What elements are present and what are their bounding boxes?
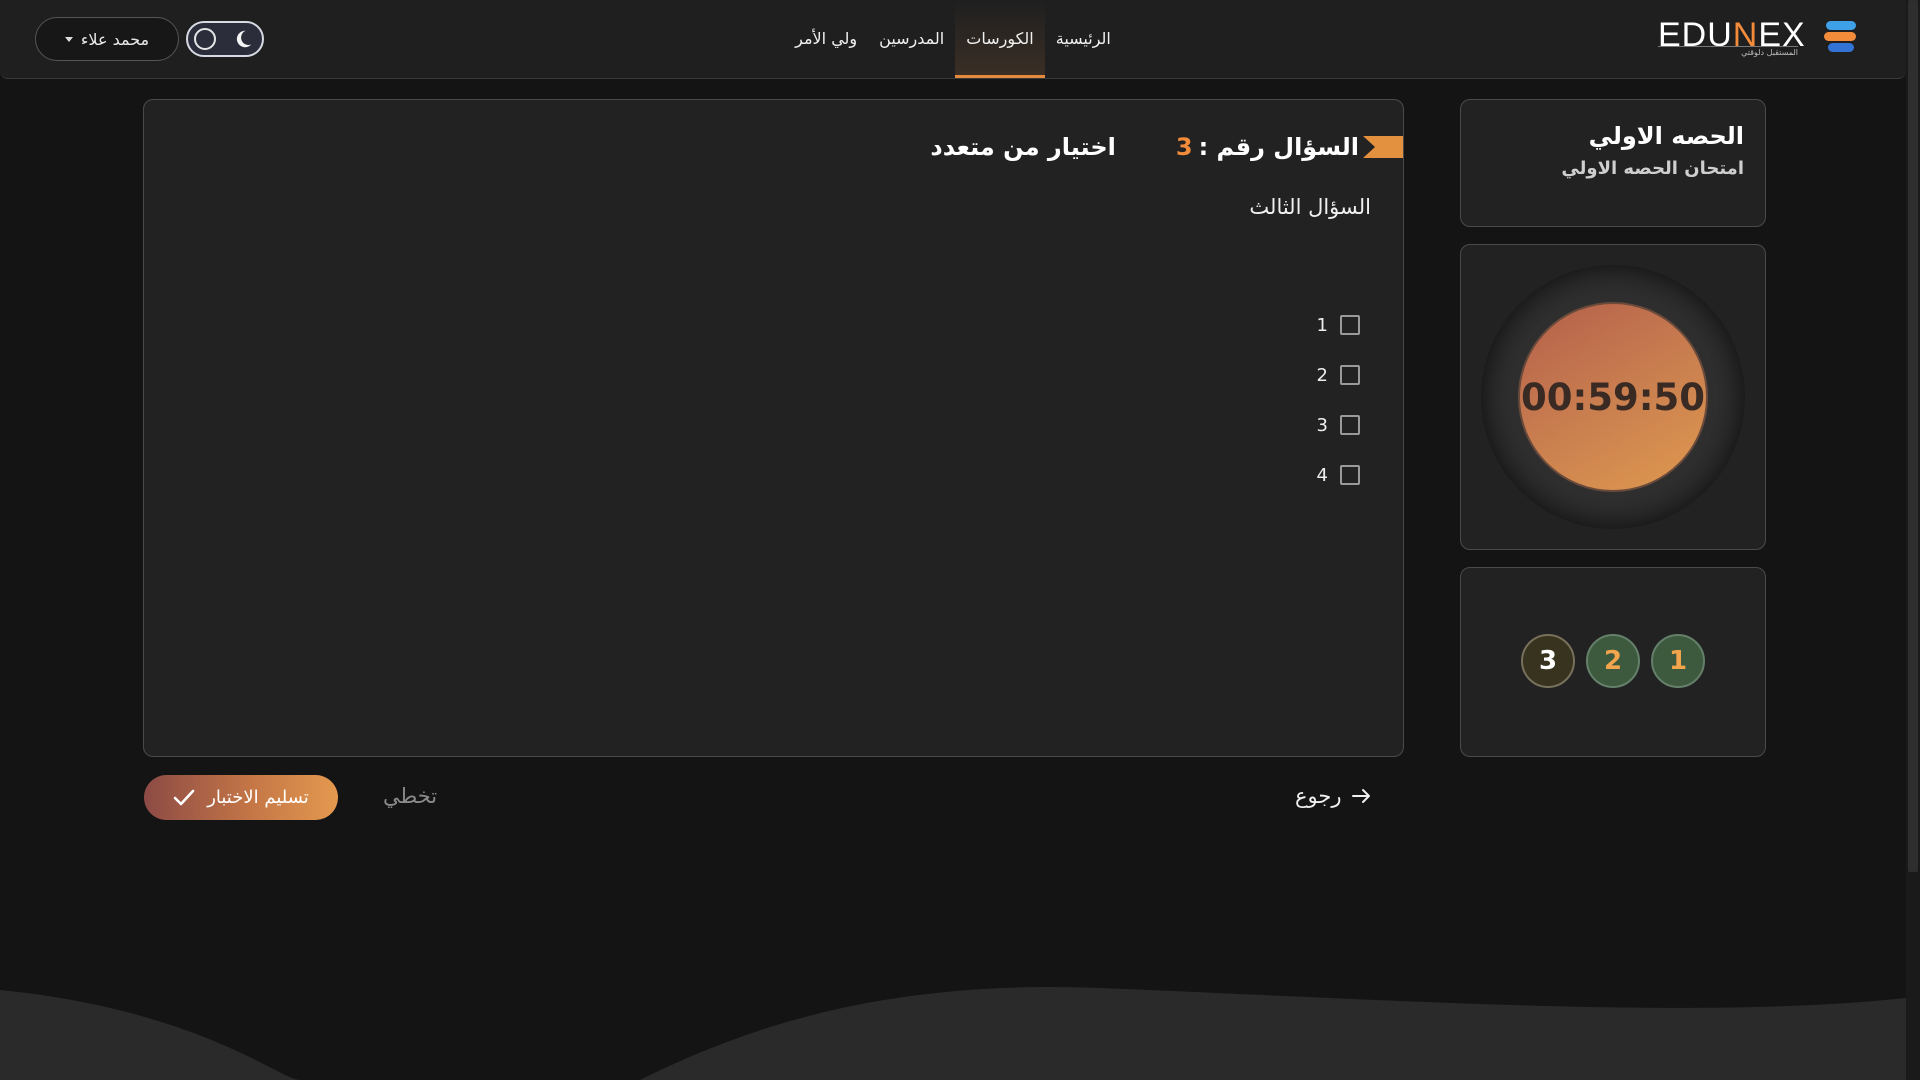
- answer-option[interactable]: 2: [1317, 350, 1360, 400]
- question-card: السؤال رقم : 3 اختيار من متعدد السؤال ال…: [143, 99, 1404, 757]
- answer-option[interactable]: 4: [1317, 450, 1360, 500]
- option-checkbox[interactable]: [1340, 415, 1360, 435]
- toggle-knob: [194, 28, 216, 50]
- nav-link-courses[interactable]: الكورسات: [955, 0, 1045, 78]
- skip-button[interactable]: تخطي: [383, 784, 437, 808]
- chevron-down-icon: [64, 36, 73, 42]
- option-label: 1: [1316, 314, 1328, 336]
- flag-icon: [1363, 136, 1403, 158]
- scrollbar-thumb[interactable]: [1908, 0, 1918, 872]
- submit-exam-button[interactable]: تسليم الاختبار: [144, 775, 338, 820]
- exam-name: امتحان الحصه الاولي: [1561, 158, 1744, 179]
- user-name: محمد علاء: [80, 29, 150, 49]
- main-nav: الرئيسية الكورسات المدرسين ولي الأمر: [0, 0, 1906, 78]
- nav-link-home[interactable]: الرئيسية: [1045, 0, 1122, 78]
- timer-display: 00:59:50: [1518, 302, 1708, 492]
- question-nav-3[interactable]: 3: [1521, 634, 1575, 688]
- option-label: 2: [1316, 364, 1328, 386]
- question-nav-2[interactable]: 2: [1586, 634, 1640, 688]
- nav-link-parent[interactable]: ولي الأمر: [784, 0, 868, 78]
- moon-icon: [236, 30, 252, 48]
- question-text: السؤال الثالث: [1249, 195, 1371, 219]
- option-checkbox[interactable]: [1340, 465, 1360, 485]
- question-type: اختيار من متعدد: [930, 133, 1116, 161]
- top-navbar: EDUNEX المستقبل دلوقتي الرئيسية الكورسات…: [0, 0, 1906, 79]
- question-navigator-card: 1 2 3: [1460, 567, 1766, 757]
- answer-option[interactable]: 3: [1317, 400, 1360, 450]
- theme-toggle[interactable]: [186, 21, 264, 57]
- arrow-right-icon: [1351, 789, 1370, 803]
- question-label: السؤال رقم :: [1198, 133, 1359, 161]
- user-menu-button[interactable]: محمد علاء: [35, 17, 179, 61]
- submit-label: تسليم الاختبار: [207, 787, 309, 808]
- check-icon: [173, 789, 195, 805]
- back-label: رجوع: [1295, 784, 1342, 808]
- lesson-info-card: الحصه الاولي امتحان الحصه الاولي: [1460, 99, 1766, 227]
- option-checkbox[interactable]: [1340, 365, 1360, 385]
- timer-card: 00:59:50: [1460, 244, 1766, 550]
- answer-options: 1 2 3 4: [1317, 300, 1360, 500]
- question-header: السؤال رقم : 3 اختيار من متعدد: [930, 132, 1403, 162]
- option-label: 4: [1316, 464, 1328, 486]
- answer-option[interactable]: 1: [1317, 300, 1360, 350]
- footer-wave: [0, 986, 1906, 1080]
- option-checkbox[interactable]: [1340, 315, 1360, 335]
- nav-link-teachers[interactable]: المدرسين: [868, 0, 955, 78]
- option-label: 3: [1316, 414, 1328, 436]
- question-number: 3: [1175, 133, 1193, 161]
- question-navigator: 1 2 3: [1461, 634, 1765, 688]
- lesson-title: الحصه الاولي: [1588, 122, 1744, 150]
- back-button[interactable]: رجوع: [1295, 784, 1372, 808]
- question-nav-1[interactable]: 1: [1651, 634, 1705, 688]
- page-scrollbar[interactable]: [1906, 0, 1920, 1080]
- timer-ring: 00:59:50: [1481, 265, 1745, 529]
